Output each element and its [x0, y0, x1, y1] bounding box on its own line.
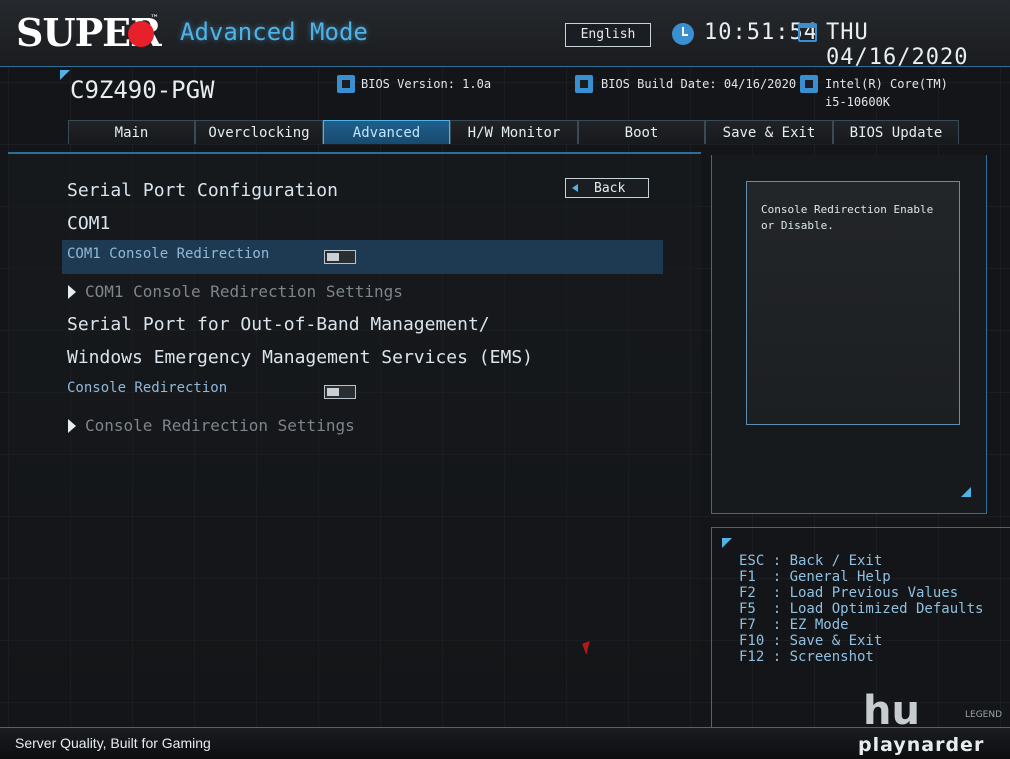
system-date[interactable]: THU 04/16/2020 [826, 20, 1010, 70]
cpu-icon [800, 75, 818, 93]
top-header: SUPER ™ Advanced Mode English 10:51:54 T… [0, 0, 1010, 70]
com1-console-redirection-label[interactable]: COM1 Console Redirection [67, 246, 269, 262]
settings-panel [8, 152, 701, 729]
logo-trademark: ™ [150, 14, 159, 24]
tab-hw-monitor[interactable]: H/W Monitor [450, 120, 578, 144]
bios-chip-icon [575, 75, 593, 93]
back-arrow-icon [572, 184, 578, 192]
watermark-subtitle: LEGEND [965, 710, 1003, 720]
watermark-logo-icon: hu [863, 688, 920, 734]
submenu-arrow-icon [68, 419, 76, 433]
board-model: C9Z490-PGW [70, 76, 215, 104]
language-button[interactable]: English [565, 23, 651, 47]
tab-overclocking[interactable]: Overclocking [195, 120, 323, 144]
calendar-icon [798, 23, 817, 42]
cpu-name-line2: i5-10600K [825, 95, 891, 109]
hotkey-f1: F1 : General Help [739, 569, 891, 585]
com1-heading: COM1 [67, 213, 111, 234]
toggle-knob [327, 388, 339, 396]
clock-icon [672, 23, 694, 45]
bios-version: BIOS Version: 1.0a [361, 77, 492, 91]
tab-save-exit[interactable]: Save & Exit [705, 120, 833, 144]
cpu-name-line1: Intel(R) Core(TM) [825, 77, 948, 91]
submenu-arrow-icon [68, 285, 76, 299]
corner-accent-icon [961, 487, 971, 497]
hotkey-f12: F12 : Screenshot [739, 649, 874, 665]
com1-console-redirection-toggle[interactable] [324, 250, 356, 264]
mode-title: Advanced Mode [180, 18, 368, 46]
tab-boot[interactable]: Boot [578, 120, 705, 144]
hotkey-f5: F5 : Load Optimized Defaults [739, 601, 984, 617]
page-title: Serial Port Configuration [67, 180, 338, 201]
console-redirection-settings-link[interactable]: Console Redirection Settings [85, 416, 355, 435]
toggle-knob [327, 253, 339, 261]
oob-heading-line1: Serial Port for Out-of-Band Management/ [67, 314, 490, 335]
watermark-text: playnarder [858, 734, 985, 756]
hotkey-esc: ESC : Back / Exit [739, 553, 883, 569]
footer-slogan: Server Quality, Built for Gaming [15, 735, 211, 751]
console-redirection-label[interactable]: Console Redirection [67, 380, 227, 396]
help-description: Console Redirection Enable or Disable. [761, 203, 934, 232]
tab-advanced[interactable]: Advanced [323, 120, 450, 144]
footer-bar: Server Quality, Built for Gaming hu LEGE… [0, 688, 1010, 759]
back-button[interactable]: Back [565, 178, 649, 198]
hotkey-f2: F2 : Load Previous Values [739, 585, 959, 601]
main-tab-bar: Main Overclocking Advanced H/W Monitor B… [68, 120, 959, 146]
corner-accent-icon [722, 538, 732, 548]
bios-build-date: BIOS Build Date: 04/16/2020 [601, 77, 797, 91]
corner-accent-icon [60, 70, 70, 80]
hotkey-list: ESC : Back / Exit F1 : General Help F2 :… [739, 553, 983, 665]
chip-icon [337, 75, 355, 93]
hotkey-f7: F7 : EZ Mode [739, 617, 849, 633]
console-redirection-toggle[interactable] [324, 385, 356, 399]
com1-console-redirection-settings-link[interactable]: COM1 Console Redirection Settings [85, 282, 403, 301]
tab-main[interactable]: Main [68, 120, 195, 144]
logo-red-dot [128, 21, 154, 47]
tab-bios-update[interactable]: BIOS Update [833, 120, 959, 144]
back-button-label: Back [594, 181, 626, 196]
hotkey-f10: F10 : Save & Exit [739, 633, 883, 649]
oob-heading-line2: Windows Emergency Management Services (E… [67, 347, 533, 368]
